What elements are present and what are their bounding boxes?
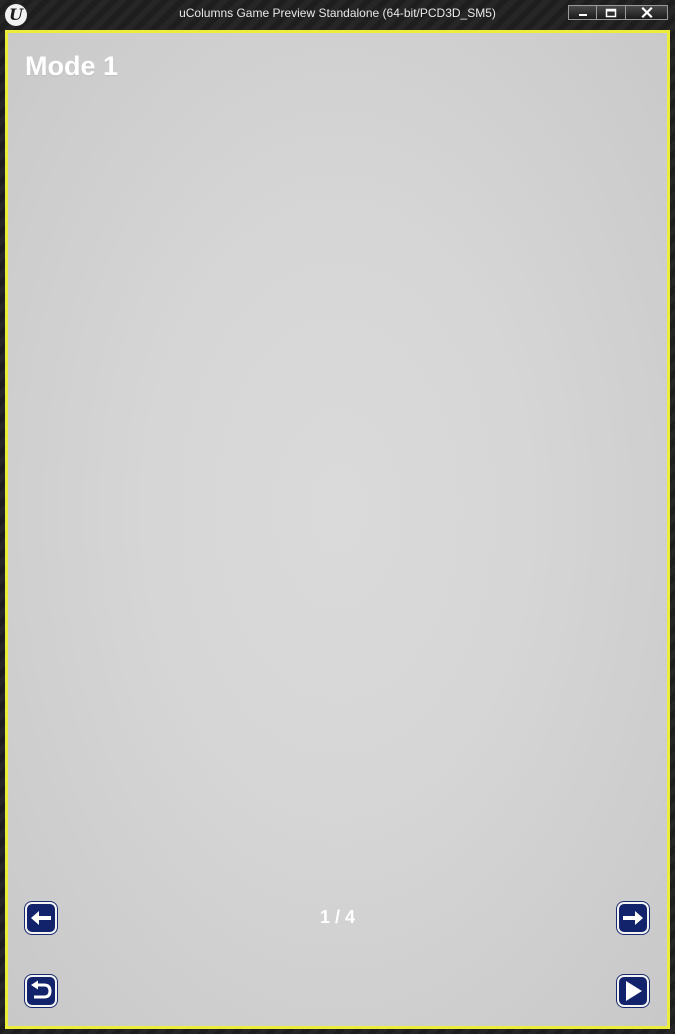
arrow-right-icon [623,911,643,925]
back-button[interactable] [25,975,57,1007]
game-window: U uColumns Game Preview Standalone (64-b… [0,0,675,1034]
maximize-icon [605,8,617,17]
unreal-logo-icon[interactable]: U [5,4,27,26]
play-button[interactable] [617,975,649,1007]
page-indicator: 1 / 4 [319,907,356,927]
next-page-button[interactable] [617,902,649,934]
unreal-logo-letter: U [9,5,23,24]
close-icon [640,7,653,18]
window-controls [568,5,668,20]
game-viewport[interactable]: Mode 1 1 / 4 [5,30,670,1029]
minimize-icon [578,13,587,16]
close-button[interactable] [626,5,668,20]
title-bar[interactable]: U uColumns Game Preview Standalone (64-b… [0,0,675,28]
mode-title: Mode 1 [25,51,119,81]
minimize-button[interactable] [568,5,597,20]
maximize-button[interactable] [597,5,626,20]
return-icon [31,980,52,999]
play-icon [626,981,642,1001]
